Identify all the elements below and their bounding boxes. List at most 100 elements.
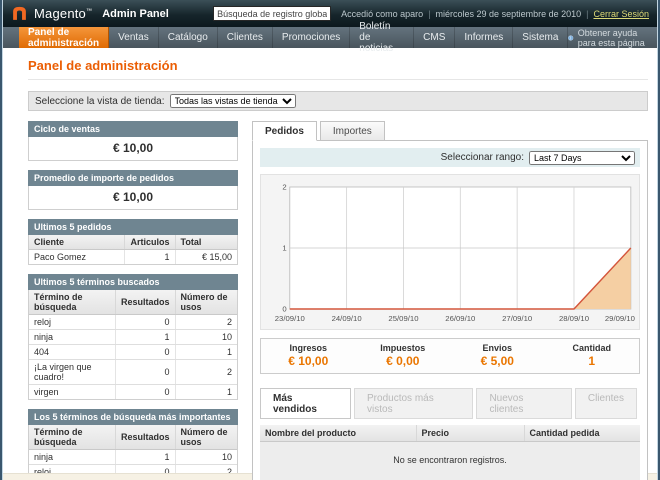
- orders-area-chart: 01223/09/1024/09/1025/09/1026/09/1027/09…: [263, 179, 637, 329]
- nav-item-boletin[interactable]: Boletín de noticias: [350, 27, 414, 48]
- orders-chart: 01223/09/1024/09/1025/09/1026/09/1027/09…: [260, 174, 640, 330]
- total-value: € 10,00: [261, 354, 356, 368]
- column-header-price: Precio: [416, 425, 524, 442]
- separator: |: [428, 9, 430, 19]
- last-orders-title: Ultimos 5 pedidos: [28, 219, 238, 235]
- brand-name: Magento™: [34, 6, 92, 21]
- average-orders-value: € 10,00: [29, 186, 237, 209]
- store-switcher-label: Seleccione la vista de tienda:: [35, 96, 165, 107]
- tab-importes[interactable]: Importes: [320, 121, 385, 141]
- cell-items: 1: [125, 250, 175, 265]
- average-orders-box: Promedio de importe de pedidos € 10,00: [28, 170, 238, 210]
- svg-text:23/09/10: 23/09/10: [275, 314, 305, 323]
- tab-clientes: Clientes: [575, 388, 637, 419]
- cell-customer: Paco Gomez: [29, 250, 125, 265]
- magento-logo-icon: [11, 5, 28, 22]
- nav-item-cms[interactable]: CMS: [414, 27, 455, 48]
- content-area: Panel de administración Seleccione la vi…: [3, 48, 657, 480]
- lifetime-sales-value: € 10,00: [29, 137, 237, 160]
- global-search-input[interactable]: [213, 6, 331, 21]
- current-date: miércoles 29 de septiembre de 2010: [436, 9, 582, 19]
- cell-term: reloj: [29, 315, 115, 330]
- cell-uses: 10: [175, 450, 237, 465]
- logout-link[interactable]: Cerrar Sesión: [593, 9, 649, 19]
- column-header: Término de búsqueda: [29, 290, 115, 315]
- diagram-tabs: Pedidos Importes: [252, 121, 648, 141]
- range-selector-select[interactable]: Last 7 Days: [529, 151, 635, 165]
- cell-results: 0: [115, 360, 175, 385]
- tab-productos-mas-vistos: Productos más vistos: [354, 388, 473, 419]
- nav-item-catalogo[interactable]: Catálogo: [159, 27, 218, 48]
- last-search-terms-table: Término de búsqueda Resultados Número de…: [29, 290, 237, 399]
- total-label: Cantidad: [545, 343, 640, 353]
- total-value: € 0,00: [356, 354, 451, 368]
- dashboard-left-column: Ciclo de ventas € 10,00 Promedio de impo…: [28, 121, 238, 480]
- bestsellers-grid: Nombre del producto Precio Cantidad pedi…: [260, 425, 640, 480]
- column-header: Resultados: [115, 425, 175, 450]
- cell-results: 1: [115, 330, 175, 345]
- help-link[interactable]: Obtener ayuda para esta página: [568, 27, 657, 48]
- total-value: € 5,00: [450, 354, 545, 368]
- cell-total: € 15,00: [175, 250, 237, 265]
- separator: |: [586, 9, 588, 19]
- tab-nuevos-clientes: Nuevos clientes: [476, 388, 571, 419]
- svg-text:28/09/10: 28/09/10: [559, 314, 589, 323]
- totals-bar: Ingresos € 10,00 Impuestos € 0,00 Envios…: [260, 338, 640, 374]
- lifetime-sales-title: Ciclo de ventas: [28, 121, 238, 137]
- tab-pedidos[interactable]: Pedidos: [252, 121, 317, 141]
- cell-results: 0: [115, 315, 175, 330]
- total-ingresos: Ingresos € 10,00: [261, 343, 356, 368]
- svg-text:2: 2: [282, 183, 286, 192]
- magento-logo: Magento™ Admin Panel: [11, 5, 169, 22]
- column-header: Resultados: [115, 290, 175, 315]
- cell-term: ninja: [29, 450, 115, 465]
- nav-item-promociones[interactable]: Promociones: [273, 27, 350, 48]
- lifetime-sales-box: Ciclo de ventas € 10,00: [28, 121, 238, 161]
- nav-item-dashboard[interactable]: Panel de administración: [19, 27, 109, 48]
- cell-results: 0: [115, 345, 175, 360]
- total-label: Envios: [450, 343, 545, 353]
- nav-item-sistema[interactable]: Sistema: [513, 27, 568, 48]
- trademark-symbol: ™: [86, 9, 92, 15]
- cell-term: ninja: [29, 330, 115, 345]
- svg-text:26/09/10: 26/09/10: [445, 314, 475, 323]
- top-search-terms-table: Término de búsqueda Resultados Número de…: [29, 425, 237, 480]
- nav-item-clientes[interactable]: Clientes: [218, 27, 273, 48]
- nav-item-informes[interactable]: Informes: [455, 27, 513, 48]
- last-orders-box: Ultimos 5 pedidos Cliente Articulos Tota…: [28, 219, 238, 265]
- help-link-label: Obtener ayuda para esta página: [578, 28, 647, 48]
- svg-text:29/09/10: 29/09/10: [605, 314, 635, 323]
- table-row: ninja110: [29, 450, 237, 465]
- store-switcher-select[interactable]: Todas las vistas de tienda: [170, 94, 296, 108]
- dashboard-main-panel: Pedidos Importes Seleccionar rango: Last…: [252, 121, 648, 480]
- table-row: Paco Gomez 1 € 15,00: [29, 250, 237, 265]
- svg-text:25/09/10: 25/09/10: [388, 314, 418, 323]
- cell-uses: 2: [175, 360, 237, 385]
- main-nav: Panel de administración Ventas Catálogo …: [3, 27, 657, 48]
- tab-mas-vendidos[interactable]: Más vendidos: [260, 388, 351, 419]
- total-value: 1: [545, 354, 640, 368]
- cell-uses: 1: [175, 345, 237, 360]
- top-search-terms-title: Los 5 términos de búsqueda más important…: [28, 409, 238, 425]
- svg-text:27/09/10: 27/09/10: [502, 314, 532, 323]
- table-row: reloj02: [29, 315, 237, 330]
- logged-in-as: Accedió como aparo: [341, 9, 423, 19]
- last-search-terms-title: Ultimos 5 términos buscados: [28, 274, 238, 290]
- cell-uses: 2: [175, 315, 237, 330]
- last-search-terms-box: Ultimos 5 términos buscados Término de b…: [28, 274, 238, 400]
- cell-term: virgen: [29, 385, 115, 400]
- column-header: Número de usos: [175, 425, 237, 450]
- cell-term: 404: [29, 345, 115, 360]
- page-title: Panel de administración: [28, 58, 648, 80]
- top-header: Magento™ Admin Panel Accedió como aparo …: [3, 0, 657, 27]
- header-account-info: Accedió como aparo | miércoles 29 de sep…: [341, 9, 649, 19]
- svg-text:24/09/10: 24/09/10: [332, 314, 362, 323]
- column-header: Cliente: [29, 235, 125, 250]
- top-search-terms-box: Los 5 términos de búsqueda más important…: [28, 409, 238, 480]
- column-header: Número de usos: [175, 290, 237, 315]
- nav-item-ventas[interactable]: Ventas: [109, 27, 159, 48]
- table-row: 40401: [29, 345, 237, 360]
- cell-results: 0: [115, 385, 175, 400]
- column-header-product: Nombre del producto: [260, 425, 416, 442]
- average-orders-title: Promedio de importe de pedidos: [28, 170, 238, 186]
